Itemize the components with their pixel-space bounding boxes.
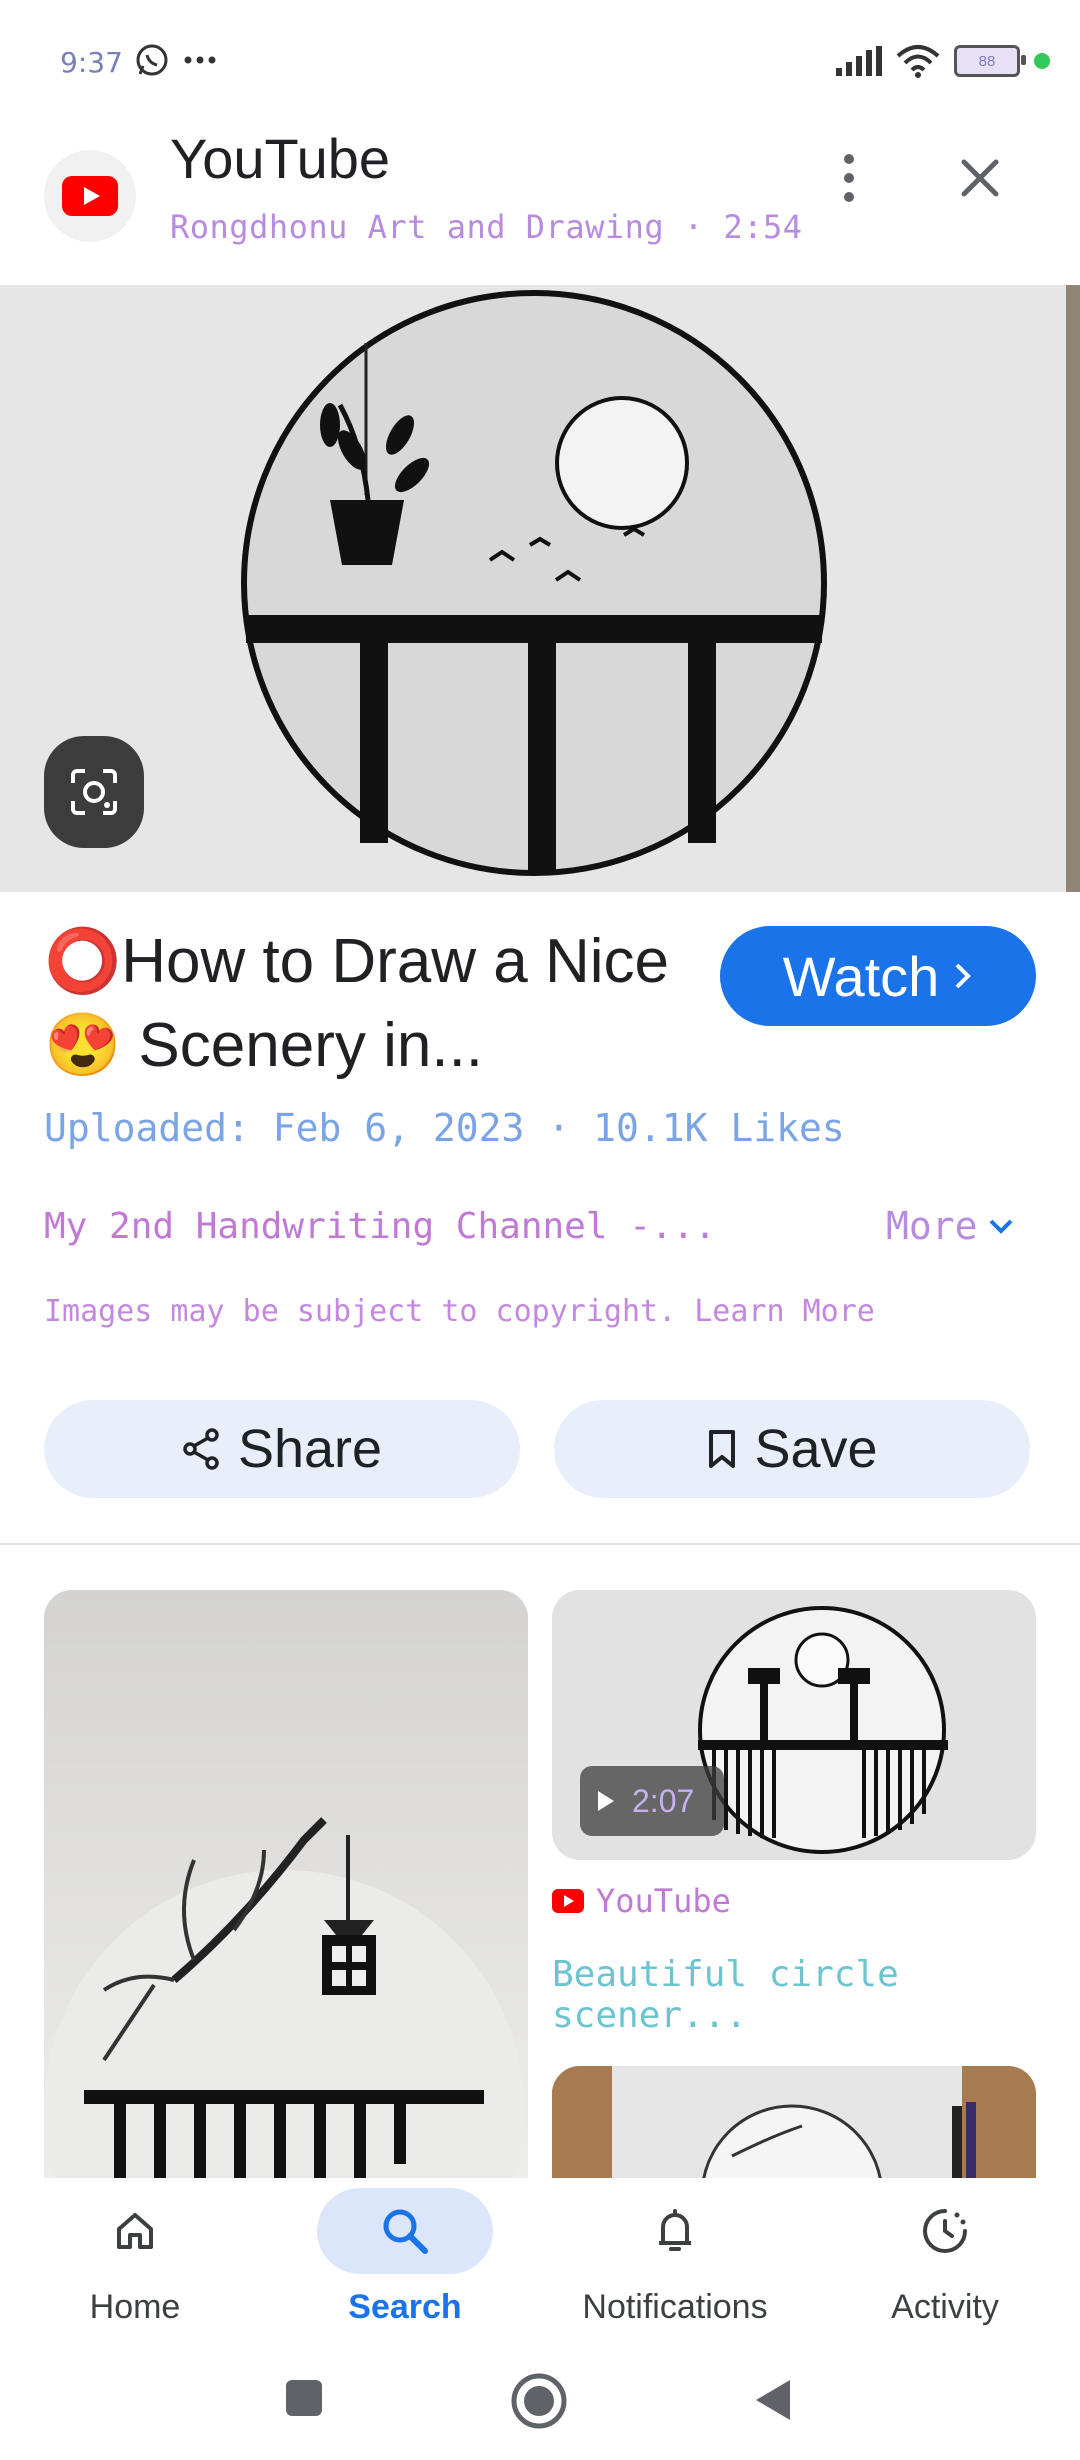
menu-dot (844, 192, 854, 202)
duration-badge: 2:07 (580, 1766, 724, 1836)
related-image-card[interactable] (44, 1590, 528, 2230)
nav-home-pill (47, 2188, 223, 2274)
related-source-name: YouTube (596, 1882, 731, 1920)
privacy-indicator (1034, 53, 1050, 69)
nav-activity-label: Activity (891, 2288, 999, 2326)
nav-home[interactable]: Home (35, 2188, 235, 2327)
related-video-title[interactable]: Beautiful circle scener... (552, 1954, 1080, 2036)
activity-icon (923, 2209, 967, 2253)
nav-search-label: Search (348, 2288, 462, 2326)
wifi-icon (896, 45, 940, 78)
lens-icon (71, 769, 117, 815)
hero-image[interactable] (0, 285, 1080, 892)
related-source: YouTube (552, 1882, 731, 1920)
copyright-notice[interactable]: Images may be subject to copyright. Lear… (44, 1294, 875, 1329)
divider (0, 1543, 1080, 1545)
nav-search-pill (317, 2188, 493, 2274)
youtube-logo (44, 150, 136, 242)
nav-notifications-label: Notifications (582, 2288, 768, 2326)
whatsapp-icon (136, 44, 168, 76)
more-label: More (886, 1204, 978, 1248)
overflow-menu-button[interactable] (826, 148, 872, 208)
bookmark-icon (709, 1430, 736, 1468)
status-icons-left (134, 42, 218, 78)
app-title: YouTube (170, 127, 391, 190)
share-label: Share (237, 1419, 383, 1479)
google-lens-button[interactable] (44, 736, 144, 848)
nav-activity[interactable]: Activity (845, 2188, 1045, 2327)
chevron-down-icon (989, 1219, 1012, 1234)
recents-icon[interactable] (284, 2378, 324, 2418)
nav-home-label: Home (89, 2288, 181, 2326)
youtube-small-icon (552, 1889, 584, 1913)
close-icon[interactable] (950, 148, 1010, 208)
save-label: Save (754, 1419, 878, 1479)
video-title[interactable]: ⭕How to Draw a Nice😍 Scenery in... (44, 920, 694, 1088)
nav-search[interactable]: Search (305, 2188, 505, 2327)
home-button-icon[interactable] (510, 2372, 568, 2430)
status-icons-right: 88 (834, 44, 1050, 78)
status-time: 9:37 (60, 46, 123, 79)
upload-info: Uploaded: Feb 6, 2023 · 10.1K Likes (44, 1106, 845, 1150)
signal-icon (836, 46, 882, 76)
more-button[interactable]: More (886, 1204, 1014, 1248)
search-icon (383, 2209, 428, 2254)
nav-activity-pill (857, 2188, 1033, 2274)
channel-description: My 2nd Handwriting Channel -... (44, 1206, 716, 1247)
scenery-drawing (0, 285, 1080, 892)
home-icon (117, 2213, 153, 2249)
more-dots-icon (184, 56, 216, 64)
nav-notifications[interactable]: Notifications (575, 2188, 775, 2327)
menu-dot (844, 173, 854, 183)
watch-button[interactable]: Watch (720, 926, 1036, 1026)
youtube-logo-icon (62, 176, 118, 216)
share-button[interactable]: Share (44, 1400, 520, 1498)
nav-notifications-pill (587, 2188, 763, 2274)
save-button[interactable]: Save (554, 1400, 1030, 1498)
menu-dot (844, 154, 854, 164)
related-drawing-left (44, 1817, 524, 2230)
bell-icon (659, 2209, 691, 2251)
chevron-right-icon (955, 963, 972, 989)
watch-button-label: Watch (782, 944, 940, 1008)
back-icon[interactable] (752, 2376, 794, 2424)
app-subtitle: Rongdhonu Art and Drawing · 2:54 (170, 208, 803, 246)
system-navigation-bar (0, 2348, 1080, 2460)
battery-icon: 88 (954, 45, 1026, 77)
play-icon (598, 1791, 614, 1811)
duration-text: 2:07 (632, 1782, 695, 1819)
share-icon (183, 1428, 219, 1470)
battery-level: 88 (978, 52, 996, 70)
